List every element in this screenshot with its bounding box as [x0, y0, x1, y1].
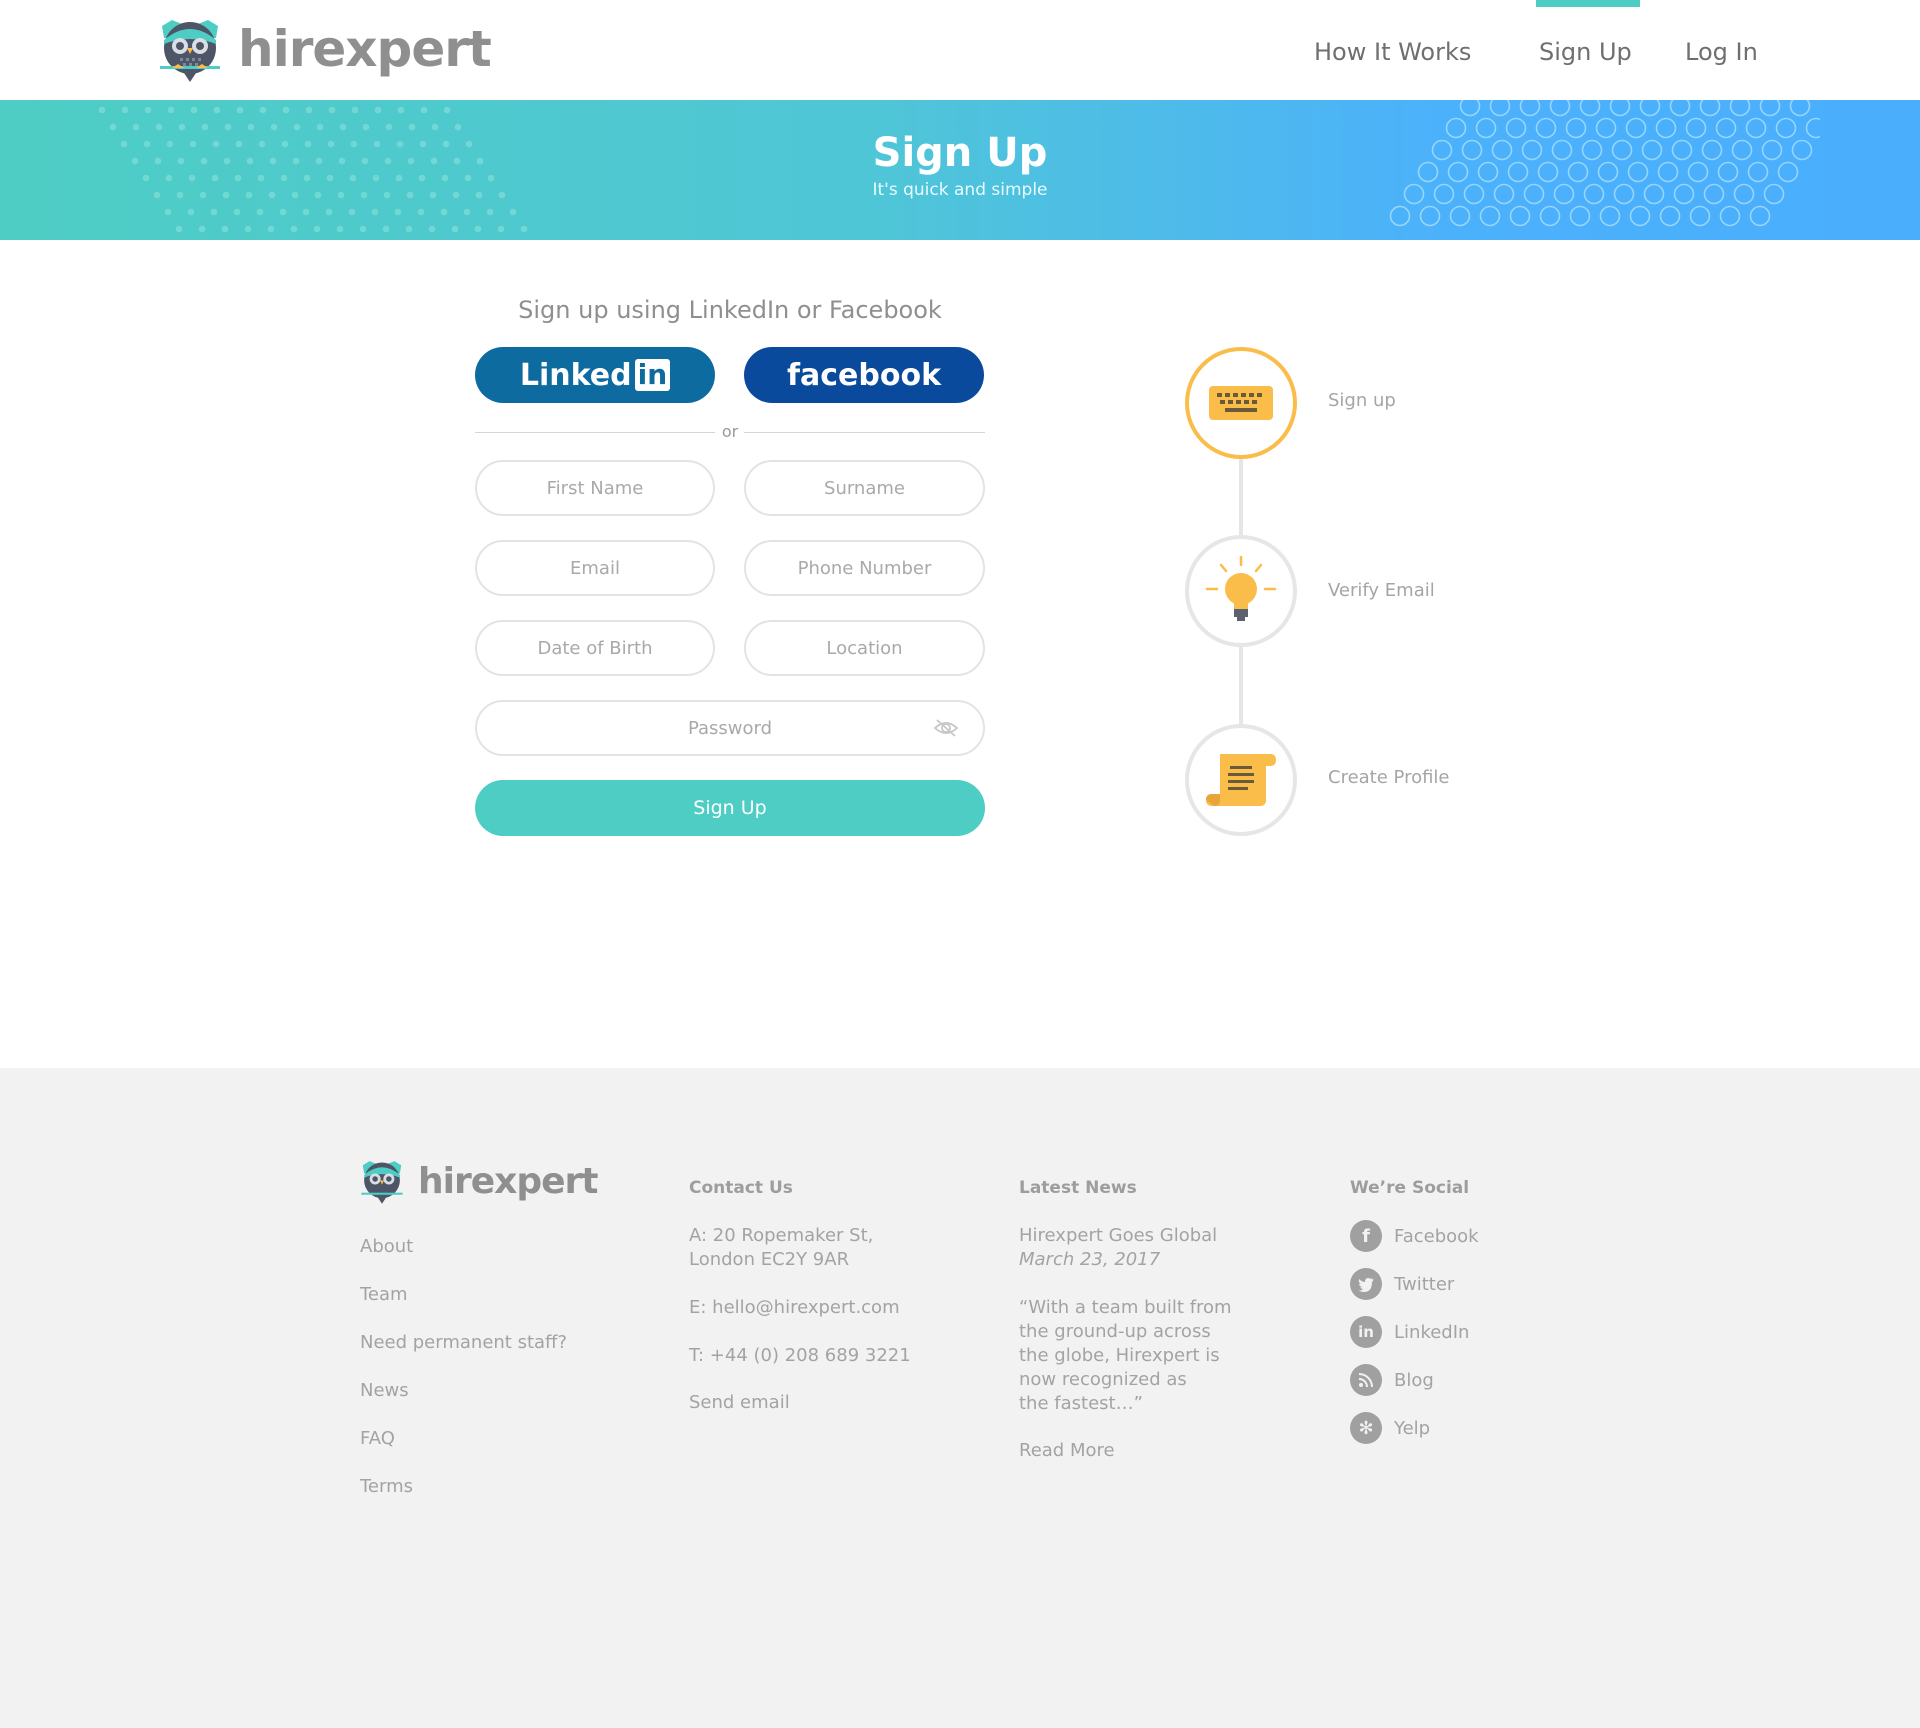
contact-address-line1: A: 20 Ropemaker St,	[689, 1225, 874, 1246]
scroll-icon	[1206, 754, 1276, 806]
sign-up-submit-button[interactable]: Sign Up	[475, 780, 985, 836]
linkedin-in-box: in	[634, 359, 671, 391]
contact-phone[interactable]: T: +44 (0) 208 689 3221	[689, 1344, 911, 1368]
nav-active-indicator	[1536, 0, 1640, 7]
footer-brand-logo[interactable]: hirexpert	[360, 1158, 599, 1204]
facebook-wordmark: facebook	[786, 357, 942, 393]
linkedin-icon: in	[1350, 1316, 1382, 1348]
social-twitter[interactable]: Twitter	[1350, 1268, 1454, 1300]
social-blog[interactable]: Blog	[1350, 1364, 1434, 1396]
keyboard-icon	[1209, 386, 1273, 420]
step-connector-1	[1239, 456, 1243, 538]
footer-brand-name: hirexpert	[418, 1160, 599, 1202]
news-excerpt-line: the globe, Hirexpert is	[1019, 1345, 1220, 1366]
owl-logo-icon	[361, 1161, 403, 1204]
footer-link-about[interactable]: About	[360, 1236, 413, 1257]
email-placeholder: Email	[570, 557, 620, 579]
step-label-sign-up: Sign up	[1328, 390, 1396, 411]
social-yelp-label: Yelp	[1394, 1417, 1431, 1439]
phone-field[interactable]: Phone Number	[744, 540, 985, 596]
divider-left	[475, 432, 715, 433]
email-field[interactable]: Email	[475, 540, 715, 596]
dob-placeholder: Date of Birth	[537, 637, 653, 659]
location-field[interactable]: Location	[744, 620, 985, 676]
surname-field[interactable]: Surname	[744, 460, 985, 516]
page-title: Sign Up	[872, 130, 1048, 176]
hero-banner: Sign Up It's quick and simple	[0, 100, 1920, 240]
divider-right	[744, 432, 985, 433]
social-twitter-label: Twitter	[1394, 1273, 1455, 1295]
password-placeholder: Password	[687, 717, 773, 739]
read-more-link[interactable]: Read More	[1019, 1440, 1115, 1461]
date-of-birth-field[interactable]: Date of Birth	[475, 620, 715, 676]
first-name-placeholder: First Name	[546, 477, 644, 499]
send-email-link[interactable]: Send email	[689, 1392, 790, 1413]
site-header: hirexpert How It Works Sign Up Log In	[0, 0, 1920, 100]
news-excerpt-line: the ground-up across	[1019, 1321, 1211, 1342]
nav-log-in[interactable]: Log In	[1685, 38, 1758, 66]
lightbulb-icon	[1205, 555, 1277, 621]
password-field[interactable]: Password	[475, 700, 985, 756]
social-signup-heading: Sign up using LinkedIn or Facebook	[518, 296, 942, 324]
contact-address-line2: London EC2Y 9AR	[689, 1249, 850, 1270]
footer-link-permanent-staff[interactable]: Need permanent staff?	[360, 1332, 567, 1353]
first-name-field[interactable]: First Name	[475, 460, 715, 516]
brand-name: hirexpert	[238, 20, 492, 78]
page-subtitle: It's quick and simple	[872, 180, 1048, 200]
step-label-verify-email: Verify Email	[1328, 580, 1435, 601]
nav-how-it-works[interactable]: How It Works	[1314, 38, 1471, 66]
owl-logo-icon	[160, 20, 220, 82]
step-circle-create-profile	[1185, 724, 1297, 836]
footer-link-terms[interactable]: Terms	[360, 1476, 413, 1497]
news-excerpt-line: “With a team built from	[1019, 1297, 1232, 1318]
step-connector-2	[1239, 646, 1243, 726]
contact-email[interactable]: E: hello@hirexpert.com	[689, 1296, 900, 1320]
phone-placeholder: Phone Number	[797, 557, 932, 579]
eye-slash-icon[interactable]	[933, 718, 959, 738]
facebook-icon: f	[1350, 1220, 1382, 1252]
news-excerpt-line: the fastest…”	[1019, 1393, 1143, 1414]
step-label-create-profile: Create Profile	[1328, 767, 1450, 788]
social-linkedin[interactable]: in LinkedIn	[1350, 1316, 1469, 1348]
contact-heading: Contact Us	[689, 1178, 793, 1198]
step-circle-sign-up	[1185, 347, 1297, 459]
facebook-signup-button[interactable]: facebook	[744, 347, 984, 403]
news-title[interactable]: Hirexpert Goes Global	[1019, 1224, 1217, 1248]
footer-link-team[interactable]: Team	[360, 1284, 408, 1305]
linkedin-wordmark: Linked	[519, 357, 632, 393]
social-facebook-label: Facebook	[1394, 1225, 1479, 1247]
rss-icon	[1350, 1364, 1382, 1396]
footer-link-news[interactable]: News	[360, 1380, 409, 1401]
news-date: March 23, 2017	[1019, 1249, 1161, 1270]
site-footer: hirexpert About Team Need permanent staf…	[0, 1068, 1920, 1728]
twitter-icon	[1350, 1268, 1382, 1300]
social-yelp[interactable]: ✻ Yelp	[1350, 1412, 1430, 1444]
news-excerpt-line: now recognized as	[1019, 1369, 1187, 1390]
footer-link-faq[interactable]: FAQ	[360, 1428, 395, 1449]
linkedin-signup-button[interactable]: Linked in	[475, 347, 715, 403]
social-linkedin-label: LinkedIn	[1394, 1321, 1470, 1343]
surname-placeholder: Surname	[824, 477, 905, 499]
social-blog-label: Blog	[1394, 1369, 1434, 1391]
step-circle-verify-email	[1185, 535, 1297, 647]
news-heading: Latest News	[1019, 1178, 1137, 1198]
yelp-icon: ✻	[1350, 1412, 1382, 1444]
brand-logo[interactable]: hirexpert	[158, 16, 492, 82]
social-heading: We’re Social	[1350, 1178, 1470, 1198]
location-placeholder: Location	[826, 637, 903, 659]
nav-sign-up[interactable]: Sign Up	[1539, 38, 1632, 66]
social-facebook[interactable]: f Facebook	[1350, 1220, 1479, 1252]
